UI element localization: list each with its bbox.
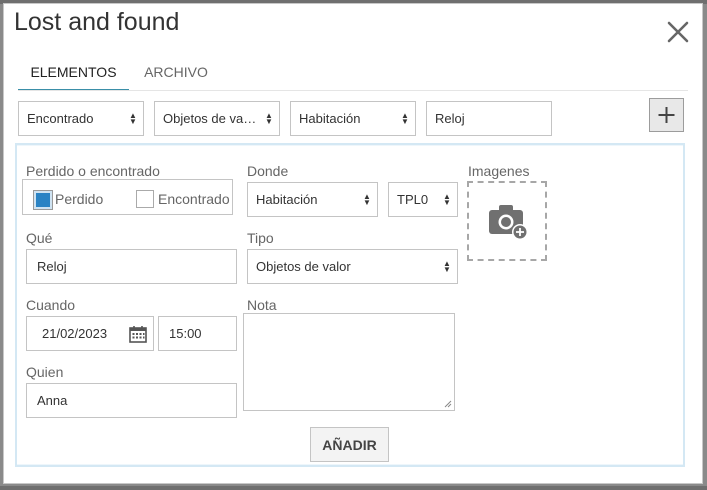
backdrop-bottom	[0, 486, 707, 490]
found-option-label[interactable]: Encontrado	[158, 191, 230, 207]
resize-handle-icon[interactable]	[444, 400, 452, 408]
camera-add-icon	[489, 205, 528, 240]
sort-caret-icon: ▲ ▼	[129, 110, 137, 126]
room-select[interactable]: TPL0 ▲ ▼	[388, 182, 458, 217]
close-icon[interactable]	[664, 18, 692, 46]
tab-elementos[interactable]: ELEMENTOS	[18, 60, 129, 90]
lost-found-label: Perdido o encontrado	[26, 163, 160, 179]
add-button[interactable]	[649, 98, 684, 132]
what-input[interactable]: Reloj	[26, 249, 237, 284]
calendar-icon[interactable]	[129, 325, 147, 343]
images-label: Imagenes	[468, 163, 530, 179]
image-upload[interactable]	[467, 181, 547, 261]
type-label: Tipo	[247, 230, 274, 246]
note-label: Nota	[247, 297, 277, 313]
who-input[interactable]: Anna	[26, 383, 237, 418]
sort-caret-icon: ▲ ▼	[363, 191, 371, 207]
location-select[interactable]: Habitación ▲ ▼	[290, 101, 416, 136]
found-checkbox[interactable]	[136, 190, 154, 208]
search-input[interactable]: Reloj	[426, 101, 552, 136]
add-item-button[interactable]: AÑADIR	[310, 427, 389, 462]
who-label: Quien	[26, 364, 64, 380]
where-select[interactable]: Habitación ▲ ▼	[247, 182, 378, 217]
type-select[interactable]: Objetos de valor ▲ ▼	[247, 249, 458, 284]
note-textarea[interactable]	[243, 313, 455, 411]
when-label: Cuando	[26, 297, 76, 313]
tab-divider	[18, 90, 688, 91]
category-select[interactable]: Objetos de va… ▲ ▼	[154, 101, 280, 136]
what-label: Qué	[26, 230, 53, 246]
tab-archivo[interactable]: ARCHIVO	[133, 60, 219, 90]
sort-caret-icon: ▲ ▼	[265, 110, 273, 126]
time-input[interactable]: 15:00	[158, 316, 237, 351]
sort-caret-icon: ▲ ▼	[401, 110, 409, 126]
sort-caret-icon: ▲ ▼	[443, 258, 451, 274]
lost-checkbox[interactable]	[33, 190, 53, 210]
where-label: Donde	[247, 163, 289, 179]
status-select[interactable]: Encontrado ▲ ▼	[18, 101, 144, 136]
lost-option-label[interactable]: Perdido	[55, 191, 103, 207]
plus-icon	[658, 107, 675, 123]
date-input[interactable]: 21/02/2023	[26, 316, 154, 351]
sort-caret-icon: ▲ ▼	[443, 191, 451, 207]
modal-title: Lost and found	[14, 8, 180, 36]
